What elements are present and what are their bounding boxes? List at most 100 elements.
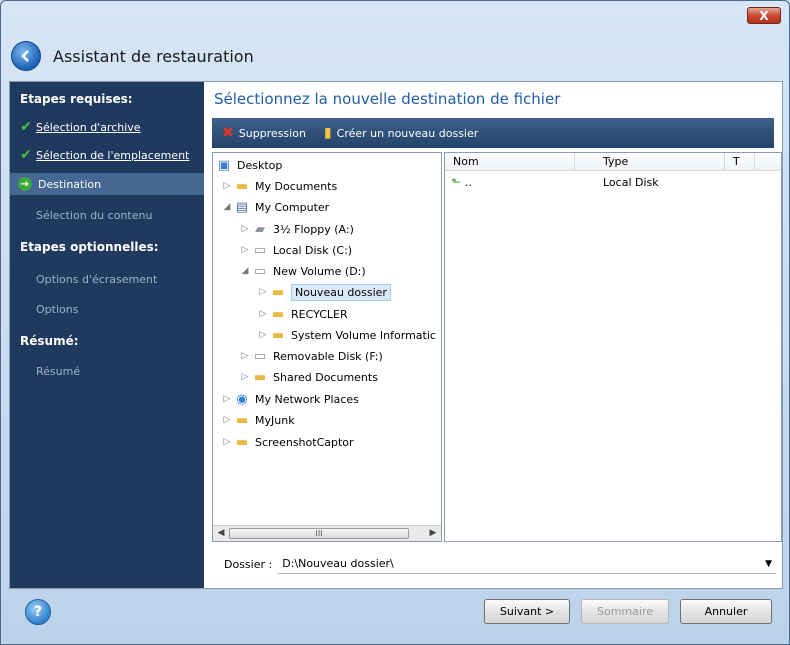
- step-label: Options d'écrasement: [36, 272, 158, 286]
- step-label: Sélection de l'emplacement: [36, 148, 190, 162]
- tree-item-myjunk[interactable]: ▷ ▬ MyJunk: [221, 410, 295, 430]
- summary-button[interactable]: Sommaire: [581, 599, 669, 624]
- tree-item-desktop[interactable]: ▣ Desktop: [215, 155, 283, 175]
- list-item[interactable]: ⬑ .. Local Disk: [445, 173, 723, 191]
- horizontal-scrollbar[interactable]: ◀ III ▶: [213, 525, 441, 541]
- expand-arrow-icon[interactable]: ▷: [239, 245, 251, 255]
- cancel-button[interactable]: Annuler: [680, 599, 772, 624]
- column-t[interactable]: T: [725, 153, 755, 170]
- expand-arrow-icon[interactable]: ▷: [221, 394, 233, 404]
- dropdown-arrow-icon[interactable]: ▼: [765, 559, 772, 569]
- tree-item-label: Removable Disk (F:): [273, 349, 383, 363]
- tree-item-my-documents[interactable]: ▷ ▬ My Documents: [221, 176, 338, 196]
- scroll-left-icon[interactable]: ◀: [215, 528, 227, 538]
- item-type: Local Disk: [603, 175, 659, 189]
- folder-tree[interactable]: ▣ Desktop ▷ ▬ My Documents ◢ ▤ My Comput…: [212, 152, 442, 542]
- expand-arrow-icon[interactable]: ▷: [239, 224, 251, 234]
- tree-item-screenshotcaptor[interactable]: ▷ ▬ ScreenshotCaptor: [221, 432, 354, 452]
- collapse-arrow-icon[interactable]: ◢: [221, 202, 233, 212]
- close-button[interactable]: X: [747, 7, 781, 24]
- tree-item-local-disk-c[interactable]: ▷ ▭ Local Disk (C:): [239, 240, 353, 260]
- tree-item-label: Shared Documents: [273, 370, 378, 384]
- step-label: Résumé: [36, 364, 81, 378]
- folder-icon: ▬: [235, 412, 249, 428]
- folder-icon: ▬: [271, 327, 285, 343]
- tree-item-network-places[interactable]: ▷ ◉ My Network Places: [221, 389, 359, 409]
- scroll-right-icon[interactable]: ▶: [427, 528, 439, 538]
- drive-icon: ▭: [253, 263, 267, 279]
- tree-item-nouveau-dossier[interactable]: ▷ ▬ Nouveau dossier: [257, 282, 391, 302]
- step-label: Options: [36, 302, 79, 316]
- expand-arrow-icon[interactable]: ▷: [221, 415, 233, 425]
- back-arrow-icon: [21, 50, 29, 62]
- step-archive-selection[interactable]: ✔ Sélection d'archive: [10, 116, 204, 138]
- list-header: Nom Type T: [445, 153, 781, 171]
- tree-item-label: ScreenshotCaptor: [255, 435, 354, 449]
- tree-item-label: My Computer: [255, 200, 330, 214]
- delete-x-icon: ✖: [222, 125, 234, 141]
- expand-arrow-icon[interactable]: ▷: [239, 351, 251, 361]
- network-icon: ◉: [236, 391, 248, 407]
- new-folder-button[interactable]: ▮ Créer un nouveau dossier: [324, 125, 478, 141]
- folder-icon: ▬: [235, 178, 249, 194]
- drive-icon: ▭: [253, 348, 267, 364]
- check-icon: ✔: [20, 147, 32, 163]
- restore-wizard-window: X Assistant de restauration Etapes requi…: [0, 0, 790, 645]
- help-icon: ?: [33, 604, 43, 620]
- folder-path-combo[interactable]: D:\Nouveau dossier\ ▼: [278, 554, 776, 574]
- folder-path-value: D:\Nouveau dossier\: [282, 557, 394, 570]
- step-label: Sélection d'archive: [36, 120, 141, 134]
- title-bar: Assistant de restauration: [11, 39, 254, 73]
- tree-item-label: My Network Places: [255, 392, 359, 406]
- collapse-arrow-icon[interactable]: ◢: [239, 266, 251, 276]
- step-location-selection[interactable]: ✔ Sélection de l'emplacement: [10, 144, 204, 166]
- tree-item-label: System Volume Informatic: [291, 328, 436, 342]
- step-content-selection: Sélection du contenu: [10, 204, 204, 226]
- required-steps-heading: Etapes requises:: [20, 92, 133, 106]
- next-label: Suivant >: [499, 605, 555, 618]
- delete-label: Suppression: [238, 126, 306, 140]
- step-summary: Résumé: [10, 360, 204, 382]
- steps-sidebar: Etapes requises: ✔ Sélection d'archive ✔…: [10, 82, 204, 588]
- tree-item-removable-disk-f[interactable]: ▷ ▭ Removable Disk (F:): [239, 346, 383, 366]
- delete-button[interactable]: ✖ Suppression: [222, 125, 306, 141]
- tree-item-label: Desktop: [237, 158, 283, 172]
- new-folder-label: Créer un nouveau dossier: [336, 126, 479, 140]
- column-type[interactable]: Type: [575, 153, 725, 170]
- wizard-content: Etapes requises: ✔ Sélection d'archive ✔…: [9, 81, 783, 589]
- expand-arrow-icon[interactable]: ▷: [257, 309, 269, 319]
- tree-item-new-volume-d[interactable]: ◢ ▭ New Volume (D:): [239, 261, 366, 281]
- expand-arrow-icon[interactable]: ▷: [257, 287, 269, 297]
- folder-icon: ▬: [271, 306, 285, 322]
- expand-arrow-icon[interactable]: ▷: [221, 437, 233, 447]
- column-name[interactable]: Nom: [445, 153, 575, 170]
- back-button[interactable]: [11, 41, 41, 71]
- cancel-label: Annuler: [704, 605, 748, 618]
- expand-arrow-icon[interactable]: ▷: [221, 181, 233, 191]
- file-list[interactable]: Nom Type T ⬑ .. Local Disk: [444, 152, 782, 542]
- tree-item-system-volume[interactable]: ▷ ▬ System Volume Informatic: [257, 325, 436, 345]
- tree-item-my-computer[interactable]: ◢ ▤ My Computer: [221, 197, 330, 217]
- scrollbar-thumb[interactable]: III: [229, 528, 409, 539]
- tree-item-recycler[interactable]: ▷ ▬ RECYCLER: [257, 304, 348, 324]
- floppy-icon: ▰: [255, 221, 265, 237]
- next-button[interactable]: Suivant >: [484, 599, 570, 624]
- help-button[interactable]: ?: [25, 599, 51, 625]
- tree-item-floppy[interactable]: ▷ ▰ 3½ Floppy (A:): [239, 219, 354, 239]
- optional-steps-heading: Etapes optionnelles:: [20, 240, 159, 254]
- expand-arrow-icon[interactable]: ▷: [257, 330, 269, 340]
- expand-arrow-icon[interactable]: ▷: [239, 372, 251, 382]
- tree-item-shared-documents[interactable]: ▷ ▬ Shared Documents: [239, 367, 378, 387]
- new-folder-icon: ▮: [323, 125, 332, 141]
- tree-item-label: My Documents: [255, 179, 338, 193]
- step-label: Sélection du contenu: [36, 208, 153, 222]
- folder-icon: ▬: [235, 434, 249, 450]
- current-step-arrow-icon: ➔: [18, 177, 32, 191]
- tree-item-label: Local Disk (C:): [273, 243, 353, 257]
- item-name: ..: [465, 175, 473, 189]
- tree-item-label: Nouveau dossier: [291, 283, 391, 301]
- page-heading: Sélectionnez la nouvelle destination de …: [214, 90, 561, 108]
- tree-item-label: MyJunk: [255, 413, 295, 427]
- folder-label: Dossier :: [224, 557, 273, 571]
- step-options: Options: [10, 298, 204, 320]
